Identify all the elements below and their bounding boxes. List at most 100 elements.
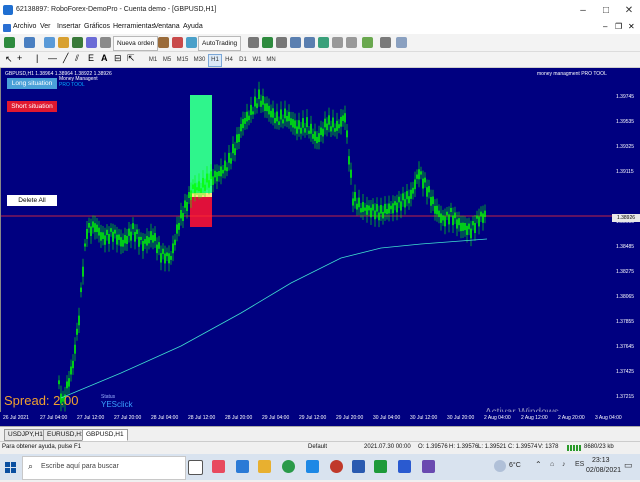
metaeditor-icon[interactable] (158, 37, 169, 48)
chart-shift-icon[interactable] (332, 37, 343, 48)
mdi-restore-button[interactable]: ❐ (615, 22, 622, 31)
maximize-button[interactable]: □ (595, 0, 617, 22)
low-price: L: 1.39521 (478, 444, 507, 450)
edge-icon[interactable] (236, 460, 249, 473)
autotrading-button[interactable]: AutoTrading (198, 36, 242, 51)
candle-body (320, 127, 322, 136)
data-window-icon[interactable] (58, 37, 69, 48)
timeframe-d1-button[interactable]: D1 (236, 54, 250, 67)
price-tick-label: 1.38275 (616, 269, 635, 275)
market-icon[interactable] (186, 37, 197, 48)
timeframe-m15-button[interactable]: M15 (174, 54, 191, 67)
label-icon[interactable]: ⊟ (114, 53, 122, 64)
candle-body (298, 120, 300, 130)
menu-herramientas[interactable]: Herramientas (113, 23, 155, 30)
candle-body (270, 110, 272, 118)
notifications-icon[interactable]: ▭ (624, 460, 633, 471)
tab-usdjpy[interactable]: USDJPY,H1 (4, 429, 47, 441)
time-tick-label: 27 Jul 20:00 (114, 415, 142, 421)
volume-icon[interactable]: ♪ (562, 461, 566, 468)
candle-body (448, 214, 450, 225)
crosshair-icon[interactable]: + (17, 53, 22, 63)
market-watch-icon[interactable] (44, 37, 55, 48)
menu-ayuda[interactable]: Ayuda (183, 23, 203, 30)
new-order-button[interactable]: Nueva orden (113, 36, 159, 51)
candle-body (132, 223, 134, 230)
cursor-icon[interactable]: ↖ (5, 54, 13, 65)
long-situation-button[interactable]: Long situation (7, 78, 57, 89)
timeframe-h4-button[interactable]: H4 (222, 54, 236, 67)
candle-body (394, 201, 396, 206)
channel-icon[interactable]: ⫽ (75, 53, 79, 64)
volume: V: 1378 (538, 444, 559, 450)
tab-gbpusd[interactable]: GBPUSD,H1 (82, 429, 128, 441)
strategy-tester-icon[interactable] (100, 37, 111, 48)
menu-insertar[interactable]: Insertar (57, 23, 81, 30)
taskbar-app2-icon[interactable] (422, 460, 435, 473)
taskbar-app-icon[interactable] (212, 460, 225, 473)
menu-graficos[interactable]: Gráficos (84, 23, 110, 30)
signals-icon[interactable] (172, 37, 183, 48)
timeframe-w1-button[interactable]: W1 (250, 54, 264, 67)
word-icon[interactable] (398, 460, 411, 473)
vertical-line-icon[interactable]: | (36, 53, 38, 63)
line-chart-icon[interactable] (276, 37, 287, 48)
candle-body (374, 210, 376, 220)
candle-body (422, 178, 424, 189)
candle-body (228, 152, 230, 163)
zoom-in-icon[interactable] (290, 37, 301, 48)
delete-all-button[interactable]: Delete All (7, 195, 57, 206)
navigator-icon[interactable] (72, 37, 83, 48)
metatrader-icon[interactable] (352, 460, 365, 473)
candle-body (246, 111, 248, 122)
minimize-button[interactable]: – (572, 0, 594, 22)
network-icon[interactable]: ⌂ (550, 461, 554, 468)
task-view-icon[interactable] (188, 460, 203, 475)
menu-archivo[interactable]: Archivo (13, 23, 36, 30)
timeframe-mn-button[interactable]: MN (264, 54, 278, 67)
language-icon[interactable]: ES (575, 461, 584, 468)
timeframe-m5-button[interactable]: M5 (160, 54, 174, 67)
time-tick-label: 28 Jul 12:00 (188, 415, 216, 421)
horizontal-line-icon[interactable]: — (48, 53, 57, 63)
price-tick-label: 1.39115 (616, 169, 634, 175)
menu-ver[interactable]: Ver (40, 23, 51, 30)
auto-scroll-icon[interactable] (346, 37, 357, 48)
terminal-icon[interactable] (86, 37, 97, 48)
chart-canvas[interactable]: GBPUSD,H1 1.38964 1.38964 1.38922 1.3892… (0, 68, 613, 418)
close-button[interactable]: ✕ (618, 0, 640, 22)
zoom-out-icon[interactable] (304, 37, 315, 48)
tray-chevron-icon[interactable]: ⌃ (535, 460, 542, 469)
candlestick-icon[interactable] (262, 37, 273, 48)
windows-start-button[interactable] (0, 454, 22, 480)
trendline-icon[interactable]: ╱ (63, 53, 68, 64)
text-icon[interactable]: A (101, 53, 108, 63)
candle-body (120, 237, 122, 247)
weather-icon[interactable] (494, 460, 506, 472)
templates-icon[interactable] (396, 37, 407, 48)
indicators-icon[interactable] (362, 37, 373, 48)
chrome-icon[interactable] (282, 460, 295, 473)
profiles-icon[interactable] (24, 37, 35, 48)
arrows-icon[interactable]: ⇱ (127, 53, 135, 64)
candle-body (234, 148, 236, 156)
timeframe-h1-button[interactable]: H1 (208, 54, 222, 67)
mdi-close-button[interactable]: ✕ (628, 22, 635, 31)
new-chart-icon[interactable] (4, 37, 15, 48)
menu-ventana[interactable]: Ventana (154, 23, 180, 30)
excel-icon[interactable] (374, 460, 387, 473)
opera-icon[interactable] (330, 460, 343, 473)
mdi-minimize-button[interactable]: – (603, 22, 607, 31)
fibonacci-icon[interactable]: Ε (88, 53, 94, 63)
timeframe-m30-button[interactable]: M30 (191, 54, 208, 67)
tile-windows-icon[interactable] (318, 37, 329, 48)
bar-chart-icon[interactable] (248, 37, 259, 48)
candle-body (418, 169, 420, 180)
periods-icon[interactable] (380, 37, 391, 48)
file-explorer-icon[interactable] (258, 460, 271, 473)
short-situation-button[interactable]: Short situation (7, 101, 57, 112)
mail-icon[interactable] (306, 460, 319, 473)
timeframe-m1-button[interactable]: M1 (146, 54, 160, 67)
time-tick-label: 2 Aug 12:00 (521, 415, 548, 421)
taskbar-search-box[interactable]: ⌕ Escribe aquí para buscar (22, 456, 186, 480)
